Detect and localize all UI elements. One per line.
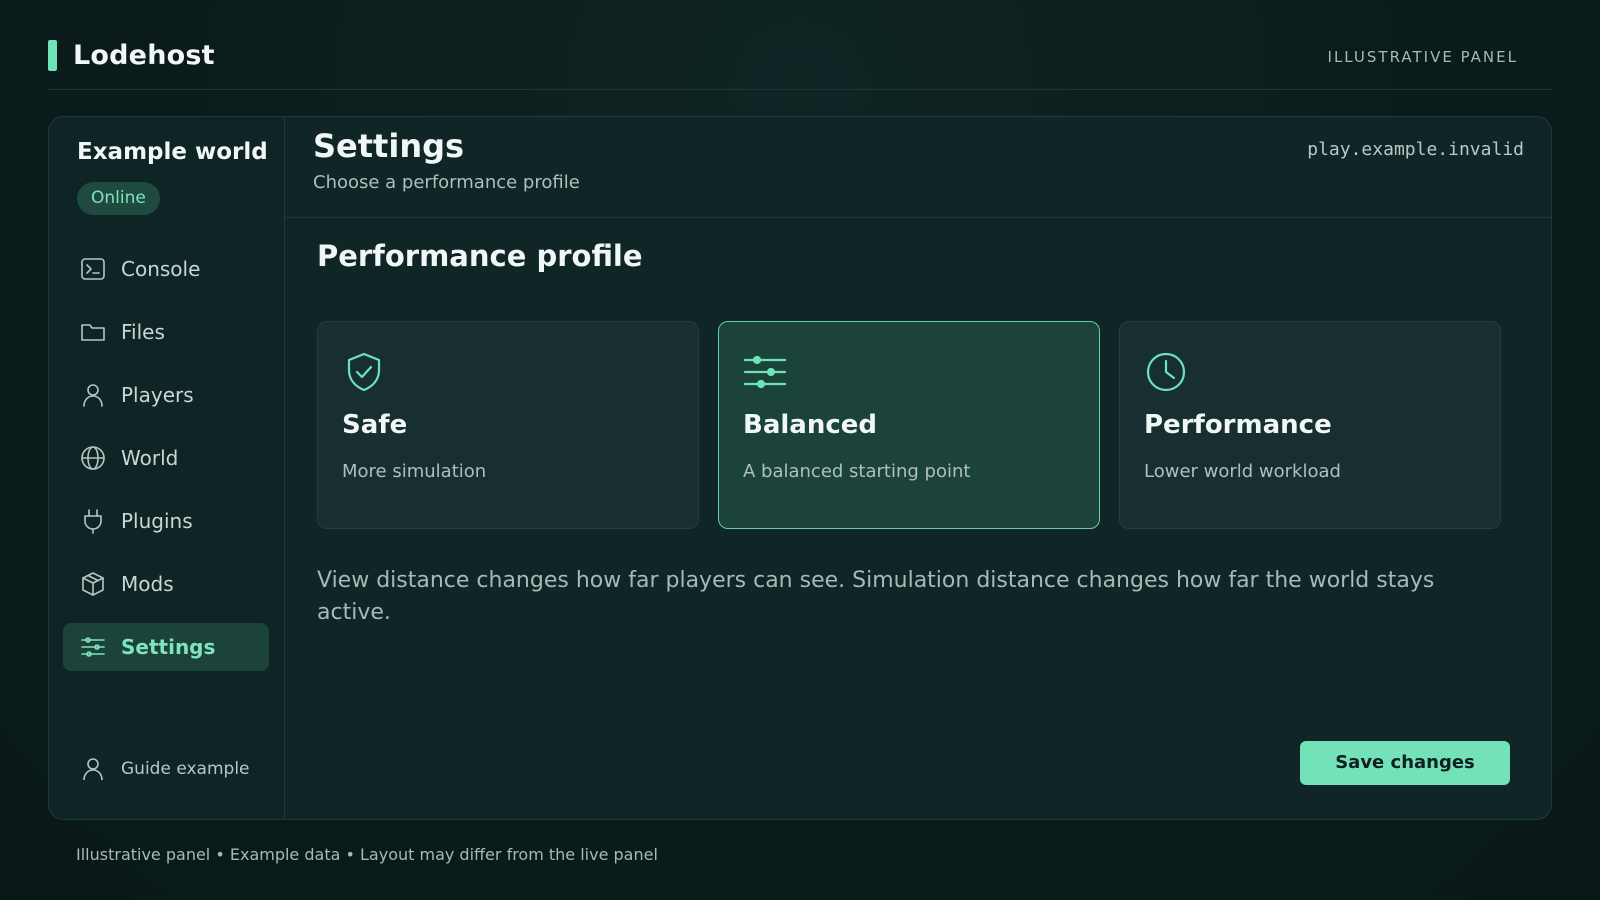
- server-address: play.example.invalid: [1307, 139, 1524, 160]
- save-button[interactable]: Save changes: [1300, 741, 1510, 785]
- user-name: Guide example: [121, 759, 250, 779]
- profile-card-safe[interactable]: Safe More simulation: [317, 321, 699, 529]
- sidebar-item-label: Files: [121, 320, 165, 344]
- profile-options: Safe More simulation Balanced A balanced…: [317, 321, 1501, 529]
- status-badge: Online: [77, 182, 160, 215]
- sidebar: Example world Online Console Files Playe…: [49, 117, 285, 819]
- brand[interactable]: Lodehost: [48, 40, 215, 71]
- sliders-icon: [743, 350, 787, 394]
- profile-card-balanced[interactable]: Balanced A balanced starting point: [718, 321, 1100, 529]
- brand-name: Lodehost: [73, 40, 215, 71]
- sidebar-item-label: World: [121, 446, 179, 470]
- sidebar-item-plugins[interactable]: Plugins: [63, 497, 269, 545]
- sidebar-item-label: Settings: [121, 635, 216, 659]
- folder-icon: [79, 318, 107, 346]
- box-icon: [79, 570, 107, 598]
- terminal-icon: [79, 255, 107, 283]
- profile-card-description: Lower world workload: [1144, 461, 1341, 482]
- sidebar-item-console[interactable]: Console: [63, 245, 269, 293]
- shield-check-icon: [342, 350, 386, 394]
- sidebar-nav: Console Files Players World Plugins Mods…: [63, 245, 269, 686]
- user-icon: [79, 381, 107, 409]
- main-header: Settings Choose a performance profile pl…: [285, 117, 1551, 218]
- user-icon: [83, 758, 103, 781]
- plug-icon: [79, 507, 107, 535]
- sidebar-item-files[interactable]: Files: [63, 308, 269, 356]
- page-subtitle: Choose a performance profile: [313, 172, 580, 193]
- footer-note: Illustrative panel • Example data • Layo…: [76, 845, 658, 864]
- profile-card-title: Safe: [342, 410, 408, 440]
- user-account[interactable]: Guide example: [79, 755, 250, 783]
- section-title: Performance profile: [317, 239, 643, 273]
- profile-card-description: More simulation: [342, 461, 487, 482]
- profile-card-performance[interactable]: Performance Lower world workload: [1119, 321, 1501, 529]
- settings-help-text: View distance changes how far players ca…: [317, 568, 1435, 625]
- profile-card-description: A balanced starting point: [743, 461, 971, 482]
- sidebar-item-label: Plugins: [121, 509, 193, 533]
- panel-label: ILLUSTRATIVE PANEL: [1327, 48, 1518, 66]
- brand-logo-mark: [48, 40, 57, 71]
- sidebar-item-players[interactable]: Players: [63, 371, 269, 419]
- sidebar-item-world[interactable]: World: [63, 434, 269, 482]
- sidebar-item-label: Console: [121, 257, 201, 281]
- profile-card-title: Balanced: [743, 410, 877, 440]
- profile-card-title: Performance: [1144, 410, 1332, 440]
- sidebar-item-settings[interactable]: Settings: [63, 623, 269, 671]
- page-title: Settings: [313, 127, 465, 165]
- sidebar-item-label: Mods: [121, 572, 174, 596]
- clock-icon: [1144, 350, 1188, 394]
- top-bar: Lodehost ILLUSTRATIVE PANEL: [48, 40, 1552, 90]
- sidebar-item-mods[interactable]: Mods: [63, 560, 269, 608]
- server-panel: Example world Online Console Files Playe…: [48, 116, 1552, 820]
- main-content: Settings Choose a performance profile pl…: [285, 117, 1551, 819]
- sliders-icon: [79, 633, 107, 661]
- world-name: Example world: [77, 139, 268, 165]
- globe-icon: [79, 444, 107, 472]
- sidebar-item-label: Players: [121, 383, 194, 407]
